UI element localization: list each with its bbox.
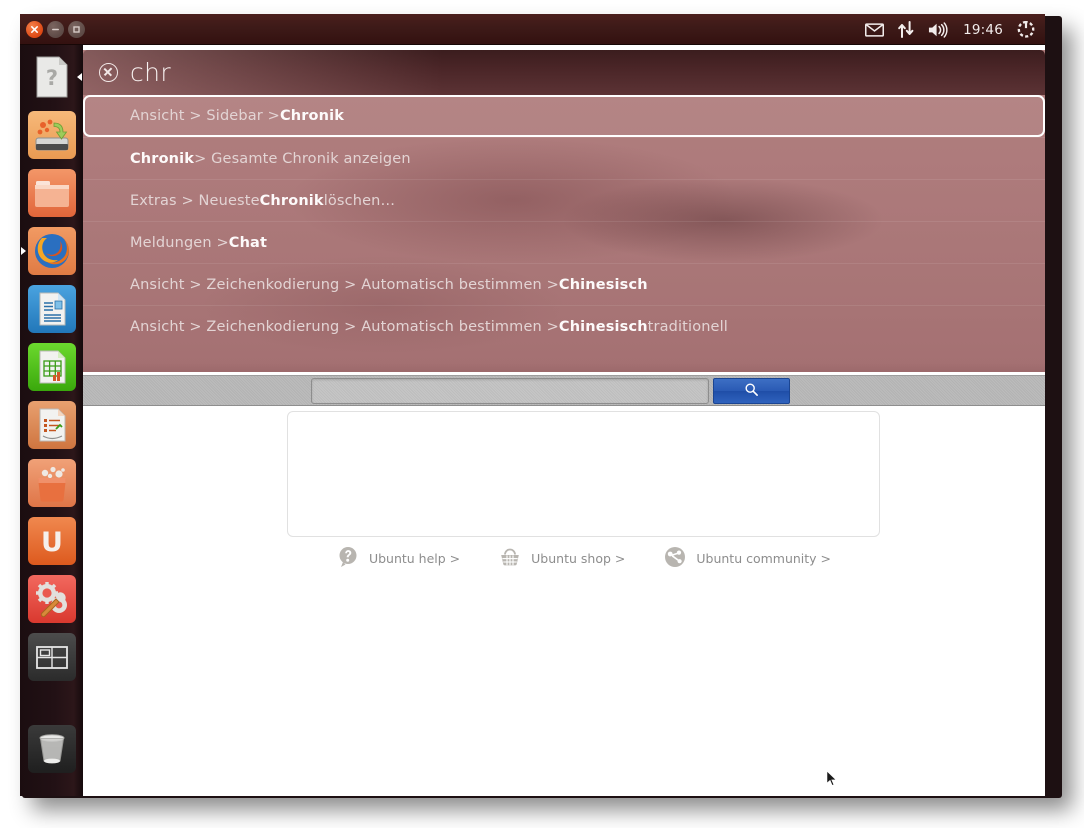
launcher-spacer: [20, 686, 83, 720]
launcher-item-files[interactable]: [20, 164, 83, 222]
backup-disk-icon: [27, 111, 76, 159]
start-page-content-box: [287, 411, 880, 537]
window-controls: [26, 21, 85, 38]
libreoffice-impress-icon: [27, 401, 76, 449]
svg-text:?: ?: [45, 66, 57, 90]
messaging-icon[interactable]: [865, 22, 885, 37]
software-bag-icon: [27, 459, 76, 507]
launcher-arrow-right-icon: [77, 73, 82, 81]
launcher-item-software-center[interactable]: [20, 454, 83, 512]
hud-result-list: Ansicht > Sidebar > Chronik Chronik > Ge…: [83, 95, 1045, 347]
start-page-links: Ubuntu help > Ubuntu shop > Ubuntu commu…: [287, 545, 880, 572]
hud-result-match: Chat: [228, 234, 268, 251]
minimize-button[interactable]: [47, 21, 64, 38]
dash-document-icon: ?: [28, 53, 76, 101]
panel-indicators: 19:46: [865, 14, 1035, 45]
launcher-arrow-left-icon: [21, 247, 26, 255]
launcher-item-backup[interactable]: [20, 106, 83, 164]
clock[interactable]: 19:46: [963, 22, 1003, 38]
network-icon[interactable]: [898, 21, 914, 38]
hud-result-match: Chinesisch: [558, 276, 648, 293]
hud-result-match: Chinesisch: [558, 318, 648, 335]
hud-result-prefix: Ansicht > Zeichenkodierung > Automatisch…: [130, 276, 559, 293]
hud-result-match: Chronik: [279, 108, 345, 124]
ubuntu-shop-link[interactable]: Ubuntu shop >: [498, 545, 625, 572]
hud-bottom-edge: [83, 362, 1045, 372]
question-mark-icon: [336, 545, 360, 572]
session-icon[interactable]: [1017, 20, 1035, 39]
mouse-cursor: [826, 769, 838, 792]
desktop: Ubuntu help > Ubuntu shop > Ubuntu commu…: [0, 0, 1084, 828]
ubuntu-community-link[interactable]: Ubuntu community >: [663, 545, 831, 572]
hud-search-bar[interactable]: chr: [83, 50, 1045, 95]
hud-result-match: Chronik: [259, 192, 324, 209]
folder-icon: [27, 169, 76, 217]
libreoffice-calc-icon: [27, 343, 76, 391]
hud-result-match: Chronik: [130, 150, 195, 167]
hud-result-prefix: Meldungen >: [130, 234, 229, 251]
search-input[interactable]: [311, 378, 709, 404]
ubuntu-help-link-label: Ubuntu help >: [368, 551, 461, 566]
unity-hud: chr Ansicht > Sidebar > Chronik Chronik …: [83, 50, 1045, 372]
ubuntu-one-u-icon: U: [27, 517, 76, 565]
unity-launcher: ? U: [20, 45, 83, 796]
libreoffice-writer-icon: [27, 285, 76, 333]
close-button[interactable]: [26, 21, 43, 38]
launcher-item-ubuntu-one[interactable]: U: [20, 512, 83, 570]
maximize-button[interactable]: [68, 21, 85, 38]
svg-text:U: U: [41, 527, 63, 558]
community-circle-of-friends-icon: [663, 545, 687, 572]
gear-wrench-icon: [27, 575, 76, 623]
launcher-item-workspace-switcher[interactable]: [20, 628, 83, 686]
magnifier-icon: [744, 382, 759, 401]
launcher-item-writer[interactable]: [20, 280, 83, 338]
volume-icon[interactable]: [928, 21, 949, 38]
hud-result-item[interactable]: Extras > Neueste Chronik löschen…: [83, 179, 1045, 221]
browser-window: Ubuntu help > Ubuntu shop > Ubuntu commu…: [20, 14, 1045, 796]
search-button[interactable]: [713, 378, 790, 404]
launcher-item-calc[interactable]: [20, 338, 83, 396]
launcher-item-impress[interactable]: [20, 396, 83, 454]
top-panel: 19:46: [20, 14, 1045, 45]
start-page-search-group: [311, 378, 790, 404]
hud-query-text: chr: [130, 58, 172, 87]
hud-result-prefix: Extras > Neueste: [130, 192, 260, 209]
hud-result-suffix: > Gesamte Chronik anzeigen: [194, 150, 411, 167]
ubuntu-shop-link-label: Ubuntu shop >: [531, 551, 626, 566]
hud-result-item[interactable]: Chronik > Gesamte Chronik anzeigen: [83, 137, 1045, 179]
workspace-grid-icon: [27, 633, 76, 681]
firefox-icon: [27, 227, 76, 275]
launcher-item-system-settings[interactable]: [20, 570, 83, 628]
hud-result-item[interactable]: Ansicht > Sidebar > Chronik: [83, 95, 1045, 137]
hud-result-suffix: löschen…: [323, 192, 396, 209]
ubuntu-community-link-label: Ubuntu community >: [696, 551, 832, 566]
hud-result-item[interactable]: Meldungen > Chat: [83, 221, 1045, 263]
hud-result-item[interactable]: Ansicht > Zeichenkodierung > Automatisch…: [83, 305, 1045, 347]
trash-icon: [27, 725, 76, 773]
clear-circle-x-icon[interactable]: [99, 63, 118, 82]
hud-result-item[interactable]: Ansicht > Zeichenkodierung > Automatisch…: [83, 263, 1045, 305]
shopping-basket-icon: [498, 545, 522, 572]
hud-result-prefix: Ansicht > Sidebar >: [130, 108, 280, 124]
hud-result-suffix: traditionell: [647, 318, 728, 335]
hud-result-prefix: Ansicht > Zeichenkodierung > Automatisch…: [130, 318, 559, 335]
launcher-item-trash[interactable]: [20, 720, 83, 778]
launcher-item-firefox[interactable]: [20, 222, 83, 280]
ubuntu-help-link[interactable]: Ubuntu help >: [336, 545, 460, 572]
launcher-item-dash-home[interactable]: ?: [20, 48, 83, 106]
